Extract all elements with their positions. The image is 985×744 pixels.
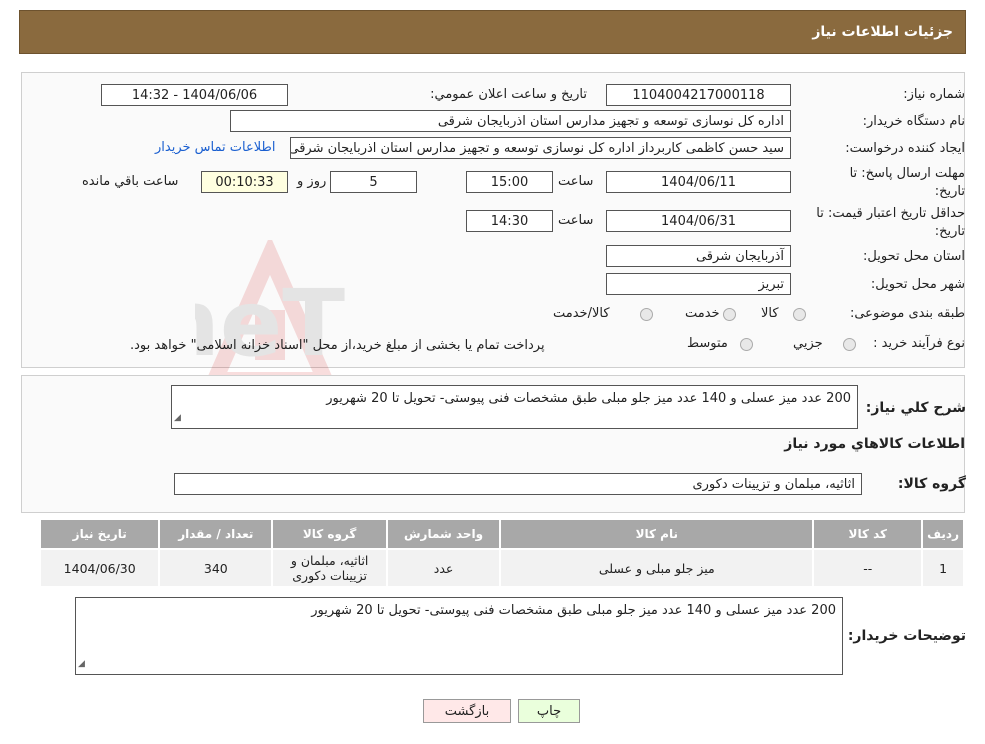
- buyer-contact-link[interactable]: اطلاعات تماس خریدار: [155, 140, 275, 155]
- cell-name: میز جلو مبلی و عسلی: [499, 548, 815, 588]
- summary-label: شرح کلي نياز:: [865, 400, 966, 416]
- validity-date-field: 1404/06/31: [606, 210, 791, 232]
- category-radio-service[interactable]: [723, 308, 736, 321]
- province-field: آذربایجان شرقی: [606, 245, 791, 267]
- cell-date: 1404/06/30: [38, 548, 161, 588]
- deadline-date-field: 1404/06/11: [606, 171, 791, 193]
- summary-text: 200 عدد میز عسلی و 140 عدد میز جلو مبلی …: [326, 391, 851, 406]
- page-title: جزئیات اطلاعات نیاز: [812, 24, 953, 40]
- need-number-field: 1104004217000118: [606, 84, 791, 106]
- announce-label: تاريخ و ساعت اعلان عمومي:: [430, 87, 587, 102]
- validity-label-2: تاریخ:: [934, 224, 965, 239]
- creator-label: ایجاد کننده درخواست:: [845, 141, 965, 156]
- col-group: گروه کالا: [271, 518, 389, 550]
- deadline-time-label: ساعت: [558, 174, 594, 189]
- buyer-notes-label: توضیحات خریدار:: [847, 628, 966, 644]
- col-name: نام کالا: [499, 518, 815, 550]
- col-unit: واحد شمارش: [386, 518, 502, 550]
- back-button[interactable]: بازگشت: [423, 699, 511, 723]
- process-label: نوع فرآیند خرید :: [873, 336, 965, 351]
- buyer-label: نام دستگاه خريدار:: [862, 114, 965, 129]
- validity-time-label: ساعت: [558, 213, 594, 228]
- deadline-label-2: تاریخ:: [934, 184, 965, 199]
- process-radio-small[interactable]: [843, 338, 856, 351]
- days-label: روز و: [297, 174, 327, 189]
- province-label: استان محل تحویل:: [863, 249, 965, 264]
- process-note: پرداخت تمام یا بخشی از مبلغ خرید،از محل …: [130, 338, 545, 353]
- category-radio-goods-service[interactable]: [640, 308, 653, 321]
- validity-label-1: حداقل تاریخ اعتبار قیمت: تا: [816, 206, 965, 221]
- remaining-label: ساعت باقي مانده: [82, 174, 179, 189]
- page-header: جزئیات اطلاعات نیاز: [19, 10, 966, 54]
- col-qty: تعداد / مقدار: [158, 518, 274, 550]
- category-option-goods-service: کالا/خدمت: [553, 306, 610, 321]
- col-row: رديف: [921, 518, 965, 550]
- category-option-goods: کالا: [761, 306, 779, 321]
- cell-unit: عدد: [386, 548, 502, 588]
- days-field: 5: [330, 171, 417, 193]
- resize-grip-icon[interactable]: ◢: [174, 409, 181, 427]
- need-number-label: شماره نیاز:: [903, 87, 965, 102]
- cell-qty: 340: [158, 548, 274, 588]
- table-row: 1 -- میز جلو مبلی و عسلی عدد اثاثیه، مبل…: [38, 548, 965, 588]
- group-field: اثاثیه، مبلمان و تزیینات دکوری: [174, 473, 862, 495]
- items-table: رديف کد کالا نام کالا واحد شمارش گروه کا…: [38, 518, 965, 588]
- table-header-row: رديف کد کالا نام کالا واحد شمارش گروه کا…: [38, 518, 965, 550]
- deadline-time-field: 15:00: [466, 171, 553, 193]
- print-button[interactable]: چاپ: [518, 699, 580, 723]
- cell-code: --: [812, 548, 924, 588]
- group-label: گروه کالا:: [897, 476, 966, 492]
- city-field: تبریز: [606, 273, 791, 295]
- process-radio-medium[interactable]: [740, 338, 753, 351]
- buyer-field: اداره کل نوسازی توسعه و تجهیز مدارس استا…: [230, 110, 791, 132]
- announce-datetime-field: 1404/06/06 - 14:32: [101, 84, 288, 106]
- resize-grip-icon[interactable]: ◢: [78, 655, 85, 673]
- process-option-medium: متوسط: [687, 336, 728, 351]
- items-section-title: اطلاعات کالاهاي مورد نياز: [784, 436, 965, 452]
- remaining-time-field: 00:10:33: [201, 171, 288, 193]
- city-label: شهر محل تحویل:: [870, 277, 965, 292]
- category-option-service: خدمت: [685, 306, 720, 321]
- col-date: تاريخ نياز: [38, 518, 161, 550]
- creator-field: سید حسن کاظمی کاربرداز اداره کل نوسازی ت…: [290, 137, 791, 159]
- buyer-notes-textarea[interactable]: 200 عدد میز عسلی و 140 عدد میز جلو مبلی …: [75, 597, 843, 675]
- cell-row: 1: [921, 548, 965, 588]
- category-radio-goods[interactable]: [793, 308, 806, 321]
- deadline-label-1: مهلت ارسال پاسخ: تا: [849, 166, 965, 181]
- summary-textarea[interactable]: 200 عدد میز عسلی و 140 عدد میز جلو مبلی …: [171, 385, 858, 429]
- process-option-small: جزیي: [793, 336, 823, 351]
- col-code: کد کالا: [812, 518, 924, 550]
- cell-group: اثاثیه، مبلمان و تزیینات دکوری: [271, 548, 389, 588]
- category-label: طبقه بندی موضوعی:: [849, 306, 965, 321]
- validity-time-field: 14:30: [466, 210, 553, 232]
- buyer-notes-text: 200 عدد میز عسلی و 140 عدد میز جلو مبلی …: [311, 603, 836, 618]
